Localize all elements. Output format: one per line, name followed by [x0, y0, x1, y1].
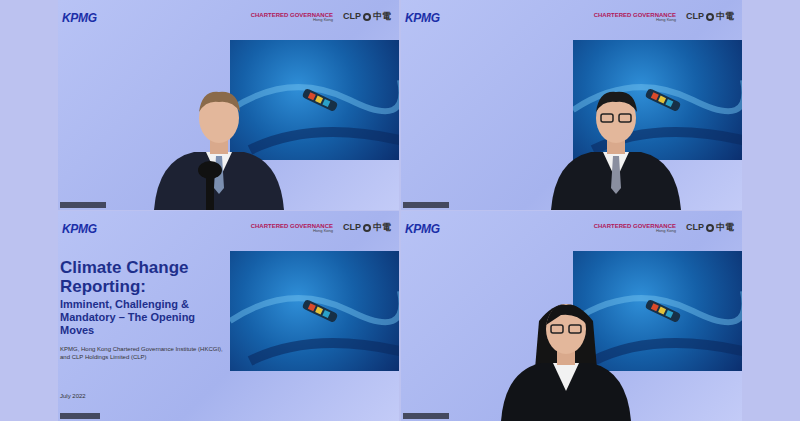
name-label	[60, 202, 106, 208]
kpmg-logo: KPMG	[405, 12, 440, 24]
name-label	[403, 413, 449, 419]
shared-slide: Climate Change Reporting:Imminent, Chall…	[60, 259, 226, 362]
ocean-photo	[230, 251, 399, 371]
video-tile[interactable]: KPMG CHARTERED GOVERNANCEHong Kong CLP 中電 Cl…	[58, 211, 399, 421]
participant-video	[144, 80, 294, 210]
clp-ring-icon	[363, 13, 371, 21]
clp-name: CLP	[343, 223, 361, 232]
cgi-sub: Hong Kong	[656, 229, 676, 233]
clp-cn: 中電	[373, 12, 391, 21]
clp-ring-icon	[706, 13, 714, 21]
clp-cn: 中電	[716, 223, 734, 232]
clp-logo: CLP 中電	[686, 223, 734, 232]
name-label	[60, 413, 100, 419]
clp-name: CLP	[343, 12, 361, 21]
ocean-photo	[573, 251, 742, 371]
partner-logos: CHARTERED GOVERNANCEHong Kong CLP 中電	[594, 223, 738, 233]
cgi-logo: CHARTERED GOVERNANCEHong Kong	[251, 12, 333, 22]
cgi-sub: Hong Kong	[313, 229, 333, 233]
cgi-logo: CHARTERED GOVERNANCEHong Kong	[594, 12, 676, 22]
clp-logo: CLP 中電	[343, 12, 391, 21]
clp-cn: 中電	[373, 223, 391, 232]
slide-subtitle: Imminent, Challenging & Mandatory – The …	[60, 298, 226, 336]
partner-logos: CHARTERED GOVERNANCEHong Kong CLP 中電	[594, 12, 738, 22]
name-label	[403, 202, 449, 208]
participant-video	[541, 80, 691, 210]
clp-logo: CLP 中電	[343, 223, 391, 232]
clp-logo: CLP 中電	[686, 12, 734, 21]
kpmg-logo: KPMG	[62, 12, 97, 24]
cgi-logo: CHARTERED GOVERNANCEHong Kong	[251, 223, 333, 233]
cgi-sub: Hong Kong	[656, 18, 676, 22]
tile-header: KPMG CHARTERED GOVERNANCEHong Kong CLP 中電	[58, 12, 399, 24]
video-tile[interactable]: KPMG CHARTERED GOVERNANCEHong Kong CLP 中電	[401, 211, 742, 421]
partner-logos: CHARTERED GOVERNANCEHong Kong CLP 中電	[251, 12, 395, 22]
cgi-sub: Hong Kong	[313, 18, 333, 22]
kpmg-logo: KPMG	[405, 223, 440, 235]
slide-date: July 2022	[60, 392, 86, 401]
clp-name: CLP	[686, 12, 704, 21]
kpmg-logo: KPMG	[62, 223, 97, 235]
ocean-photo	[573, 40, 742, 160]
video-grid: KPMGCHARTERED GOVERNANCEHong KongCLP中電KP…	[58, 0, 742, 421]
ocean-photo	[230, 40, 399, 160]
clp-ring-icon	[706, 224, 714, 232]
partner-logos: CHARTERED GOVERNANCEHong Kong CLP 中電	[251, 223, 395, 233]
tile-header: KPMG CHARTERED GOVERNANCEHong Kong CLP 中電	[58, 223, 399, 235]
slide-title: Climate Change Reporting:	[60, 259, 226, 296]
cgi-logo: CHARTERED GOVERNANCEHong Kong	[594, 223, 676, 233]
clp-cn: 中電	[716, 12, 734, 21]
participant-video	[491, 291, 641, 421]
tile-header: KPMG CHARTERED GOVERNANCEHong Kong CLP 中電	[401, 12, 742, 24]
video-tile[interactable]: KPMG CHARTERED GOVERNANCEHong Kong CLP 中電	[58, 0, 399, 210]
slide-authors: KPMG, Hong Kong Chartered Governance Ins…	[60, 346, 226, 362]
clp-ring-icon	[363, 224, 371, 232]
video-tile[interactable]: KPMG CHARTERED GOVERNANCEHong Kong CLP 中電	[401, 0, 742, 210]
call-window: KPMGCHARTERED GOVERNANCEHong KongCLP中電KP…	[0, 0, 800, 421]
clp-name: CLP	[686, 223, 704, 232]
tile-header: KPMG CHARTERED GOVERNANCEHong Kong CLP 中電	[401, 223, 742, 235]
